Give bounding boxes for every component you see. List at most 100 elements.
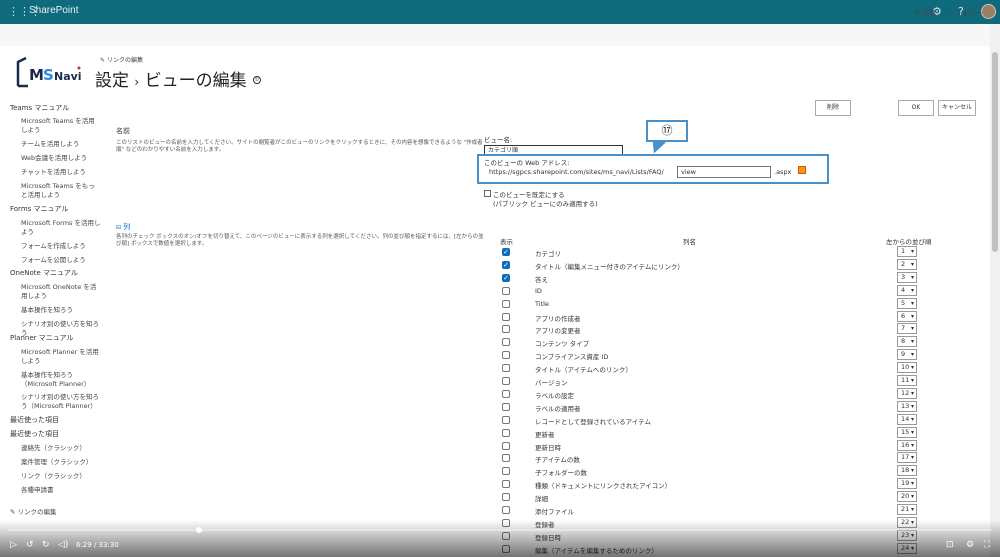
waffle-icon[interactable]: ⋮⋮⋮ xyxy=(8,6,41,18)
nav-item[interactable]: Microsoft Teams を活用しよう xyxy=(21,117,101,135)
play-icon[interactable]: ▷ xyxy=(10,540,17,550)
column-order-select[interactable]: 18 ▾ xyxy=(897,465,917,477)
nav-heading[interactable]: Planner マニュアル xyxy=(10,334,74,343)
column-order-select[interactable]: 5 ▾ xyxy=(897,297,917,309)
column-order-select[interactable]: 6 ▾ xyxy=(897,310,917,322)
nav-item[interactable]: リンク（クラシック） xyxy=(21,472,101,481)
column-show-checkbox[interactable] xyxy=(502,428,510,437)
column-show-checkbox[interactable] xyxy=(502,377,510,385)
column-show-checkbox[interactable] xyxy=(502,325,510,334)
svg-text:Navi: Navi xyxy=(54,70,82,83)
column-name: ラベルの設定 xyxy=(535,391,574,400)
column-show-checkbox[interactable] xyxy=(502,402,510,411)
column-show-checkbox[interactable]: ✓ xyxy=(502,273,510,282)
nav-edit-links-link[interactable]: ✎ リンクの編集 xyxy=(10,506,57,516)
column-order-select[interactable]: 8 ▾ xyxy=(897,336,917,348)
column-show-checkbox[interactable] xyxy=(502,389,510,398)
column-show-checkbox[interactable] xyxy=(502,312,510,321)
column-order-select[interactable]: 17 ▾ xyxy=(897,452,917,464)
column-show-checkbox[interactable] xyxy=(502,493,510,502)
column-order-select[interactable]: 4 ▾ xyxy=(897,284,917,296)
cancel-button[interactable]: キャンセル xyxy=(938,100,976,116)
share-icon: ⟲ xyxy=(914,9,920,17)
column-order-select[interactable]: 1 ▾ xyxy=(897,246,917,257)
follow-button[interactable]: ☆ フォロー xyxy=(946,8,983,18)
info-icon[interactable]: ① xyxy=(253,76,261,84)
columns-section-label[interactable]: ⊟ 列 xyxy=(116,222,130,232)
captions-icon[interactable]: ⊡ xyxy=(946,540,954,550)
column-show-checkbox[interactable] xyxy=(502,364,510,373)
nav-item[interactable]: 基本操作を知ろう xyxy=(21,306,101,315)
column-show-checkbox[interactable] xyxy=(502,299,510,308)
edit-links-link[interactable]: ✎ リンクの編集 xyxy=(100,55,143,64)
nav-item[interactable]: チームを活用しよう xyxy=(21,140,101,149)
column-order-select[interactable]: 9 ▾ xyxy=(897,349,917,361)
avatar[interactable] xyxy=(981,4,996,19)
column-order-select[interactable]: 2 ▾ xyxy=(897,258,917,270)
site-logo[interactable]: M S Navi xyxy=(16,56,82,90)
nav-item[interactable]: 各種申請書 xyxy=(21,486,101,495)
column-show-checkbox[interactable] xyxy=(502,286,510,295)
nav-item[interactable]: Web会議を活用しよう xyxy=(21,154,101,163)
column-order-select[interactable]: 10 ▾ xyxy=(897,362,917,374)
fullscreen-icon[interactable]: ⛶ xyxy=(984,540,990,550)
nav-item[interactable]: Microsoft Planner を活用しよう xyxy=(21,348,101,366)
delete-button[interactable]: 削除 xyxy=(815,100,851,116)
nav-heading[interactable]: 最近使った項目 xyxy=(10,430,59,439)
web-address-input[interactable]: view xyxy=(677,166,771,178)
nav-item[interactable]: 基本操作を知ろう（Microsoft Planner） xyxy=(21,371,101,389)
nav-item[interactable]: Microsoft Teams をもっと活用しよう xyxy=(21,182,101,200)
column-show-checkbox[interactable] xyxy=(502,454,510,463)
nav-heading[interactable]: OneNote マニュアル xyxy=(10,269,78,278)
app-name[interactable]: SharePoint xyxy=(29,5,78,16)
column-order-select[interactable]: 21 ▾ xyxy=(897,504,917,515)
column-order-select[interactable]: 3 ▾ xyxy=(897,271,917,283)
column-show-checkbox[interactable] xyxy=(502,506,510,514)
column-order-select[interactable]: 11 ▾ xyxy=(897,375,917,386)
column-order-select[interactable]: 14 ▾ xyxy=(897,413,917,425)
web-address-prefix: https://sgpcs.sharepoint.com/sites/ms_na… xyxy=(489,168,664,176)
column-show-checkbox[interactable]: ✓ xyxy=(502,260,510,269)
column-order-select[interactable]: 7 ▾ xyxy=(897,323,917,335)
column-name: 子フォルダーの数 xyxy=(535,469,587,478)
nav-heading[interactable]: 最近使った項目 xyxy=(10,416,59,425)
nav-item[interactable]: Microsoft OneNote を活用しよう xyxy=(21,283,101,301)
nav-item[interactable]: Microsoft Forms を活用しよう xyxy=(21,219,101,237)
default-view-checkbox[interactable] xyxy=(484,190,491,197)
forward-icon[interactable]: ↻ xyxy=(42,540,50,550)
column-show-checkbox[interactable] xyxy=(502,441,510,450)
scrollbar-thumb[interactable] xyxy=(992,52,998,252)
rewind-icon[interactable]: ↺ xyxy=(26,540,34,550)
column-order-select[interactable]: 13 ▾ xyxy=(897,400,917,412)
settings-icon[interactable]: ⚙ xyxy=(966,540,974,550)
column-show-checkbox[interactable] xyxy=(502,480,510,489)
progress-knob[interactable] xyxy=(195,527,202,533)
chevron-down-icon: ▾ xyxy=(910,273,914,281)
rss-icon[interactable] xyxy=(798,166,806,174)
nav-item[interactable]: シナリオ別の使い方を知ろう（Microsoft Planner） xyxy=(21,393,101,411)
nav-heading[interactable]: Teams マニュアル xyxy=(10,104,69,113)
column-show-checkbox[interactable] xyxy=(502,338,510,347)
breadcrumb-settings[interactable]: 設定 xyxy=(95,71,129,91)
column-order-select[interactable]: 19 ▾ xyxy=(897,478,917,490)
nav-heading[interactable]: Forms マニュアル xyxy=(10,205,68,214)
nav-item[interactable]: チャットを活用しよう xyxy=(21,168,101,177)
nav-item[interactable]: 案件管理（クラシック） xyxy=(21,458,101,467)
column-show-checkbox[interactable] xyxy=(502,351,510,360)
column-row: 更新者 15 ▾ xyxy=(500,426,920,440)
ok-button[interactable]: OK xyxy=(898,100,934,116)
column-show-checkbox[interactable]: ✓ xyxy=(502,248,510,256)
columns-section-desc: 各列のチェック ボックスのオン/オフを切り替えて、このページのビューに表示する列… xyxy=(116,234,484,247)
nav-item[interactable]: フォームを作成しよう xyxy=(21,242,101,251)
svg-text:S: S xyxy=(43,66,54,84)
column-order-select[interactable]: 16 ▾ xyxy=(897,439,917,451)
share-button[interactable]: ⟲ 共有 xyxy=(914,8,936,18)
column-show-checkbox[interactable] xyxy=(502,415,510,424)
nav-item[interactable]: 連絡先（クラシック） xyxy=(21,444,101,453)
column-show-checkbox[interactable] xyxy=(502,467,510,476)
nav-item[interactable]: フォームを公開しよう xyxy=(21,256,101,265)
volume-icon[interactable]: ◁) xyxy=(58,540,68,550)
column-order-select[interactable]: 20 ▾ xyxy=(897,491,917,503)
column-order-select[interactable]: 12 ▾ xyxy=(897,387,917,399)
column-order-select[interactable]: 15 ▾ xyxy=(897,426,917,438)
